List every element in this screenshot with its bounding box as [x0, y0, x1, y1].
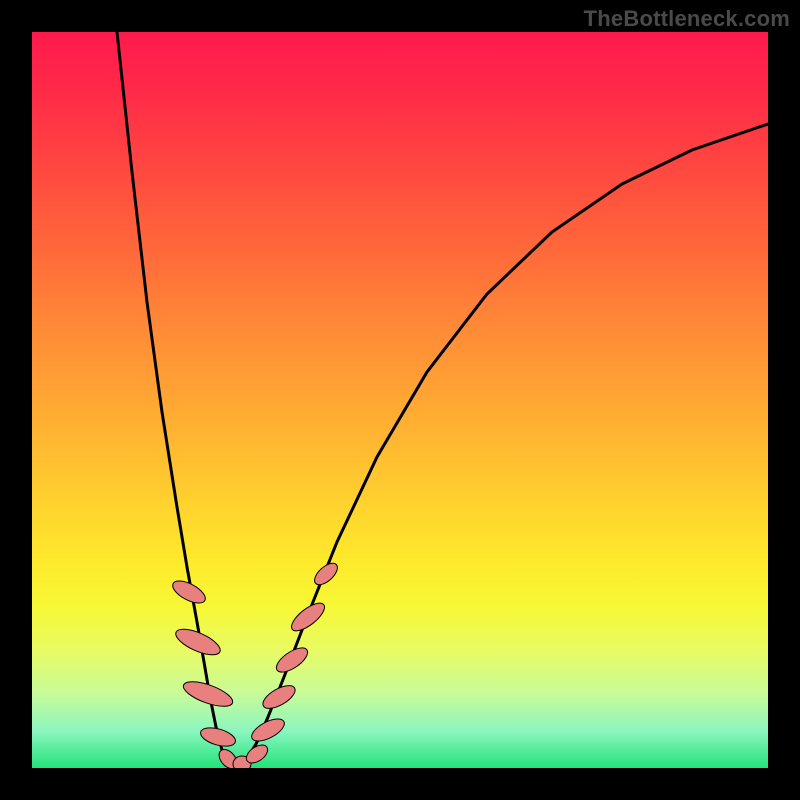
bead-11 — [311, 559, 341, 588]
curve-lines — [117, 32, 768, 768]
series-left-curve — [117, 32, 238, 768]
chart-frame: TheBottleneck.com — [0, 0, 800, 800]
series-right-curve — [238, 124, 768, 768]
bead-3 — [198, 724, 237, 749]
bead-10 — [287, 598, 328, 635]
bead-9 — [273, 643, 312, 676]
curve-beads — [169, 559, 341, 768]
curves-svg — [32, 32, 768, 768]
watermark-text: TheBottleneck.com — [584, 6, 790, 32]
plot-area — [32, 32, 768, 768]
